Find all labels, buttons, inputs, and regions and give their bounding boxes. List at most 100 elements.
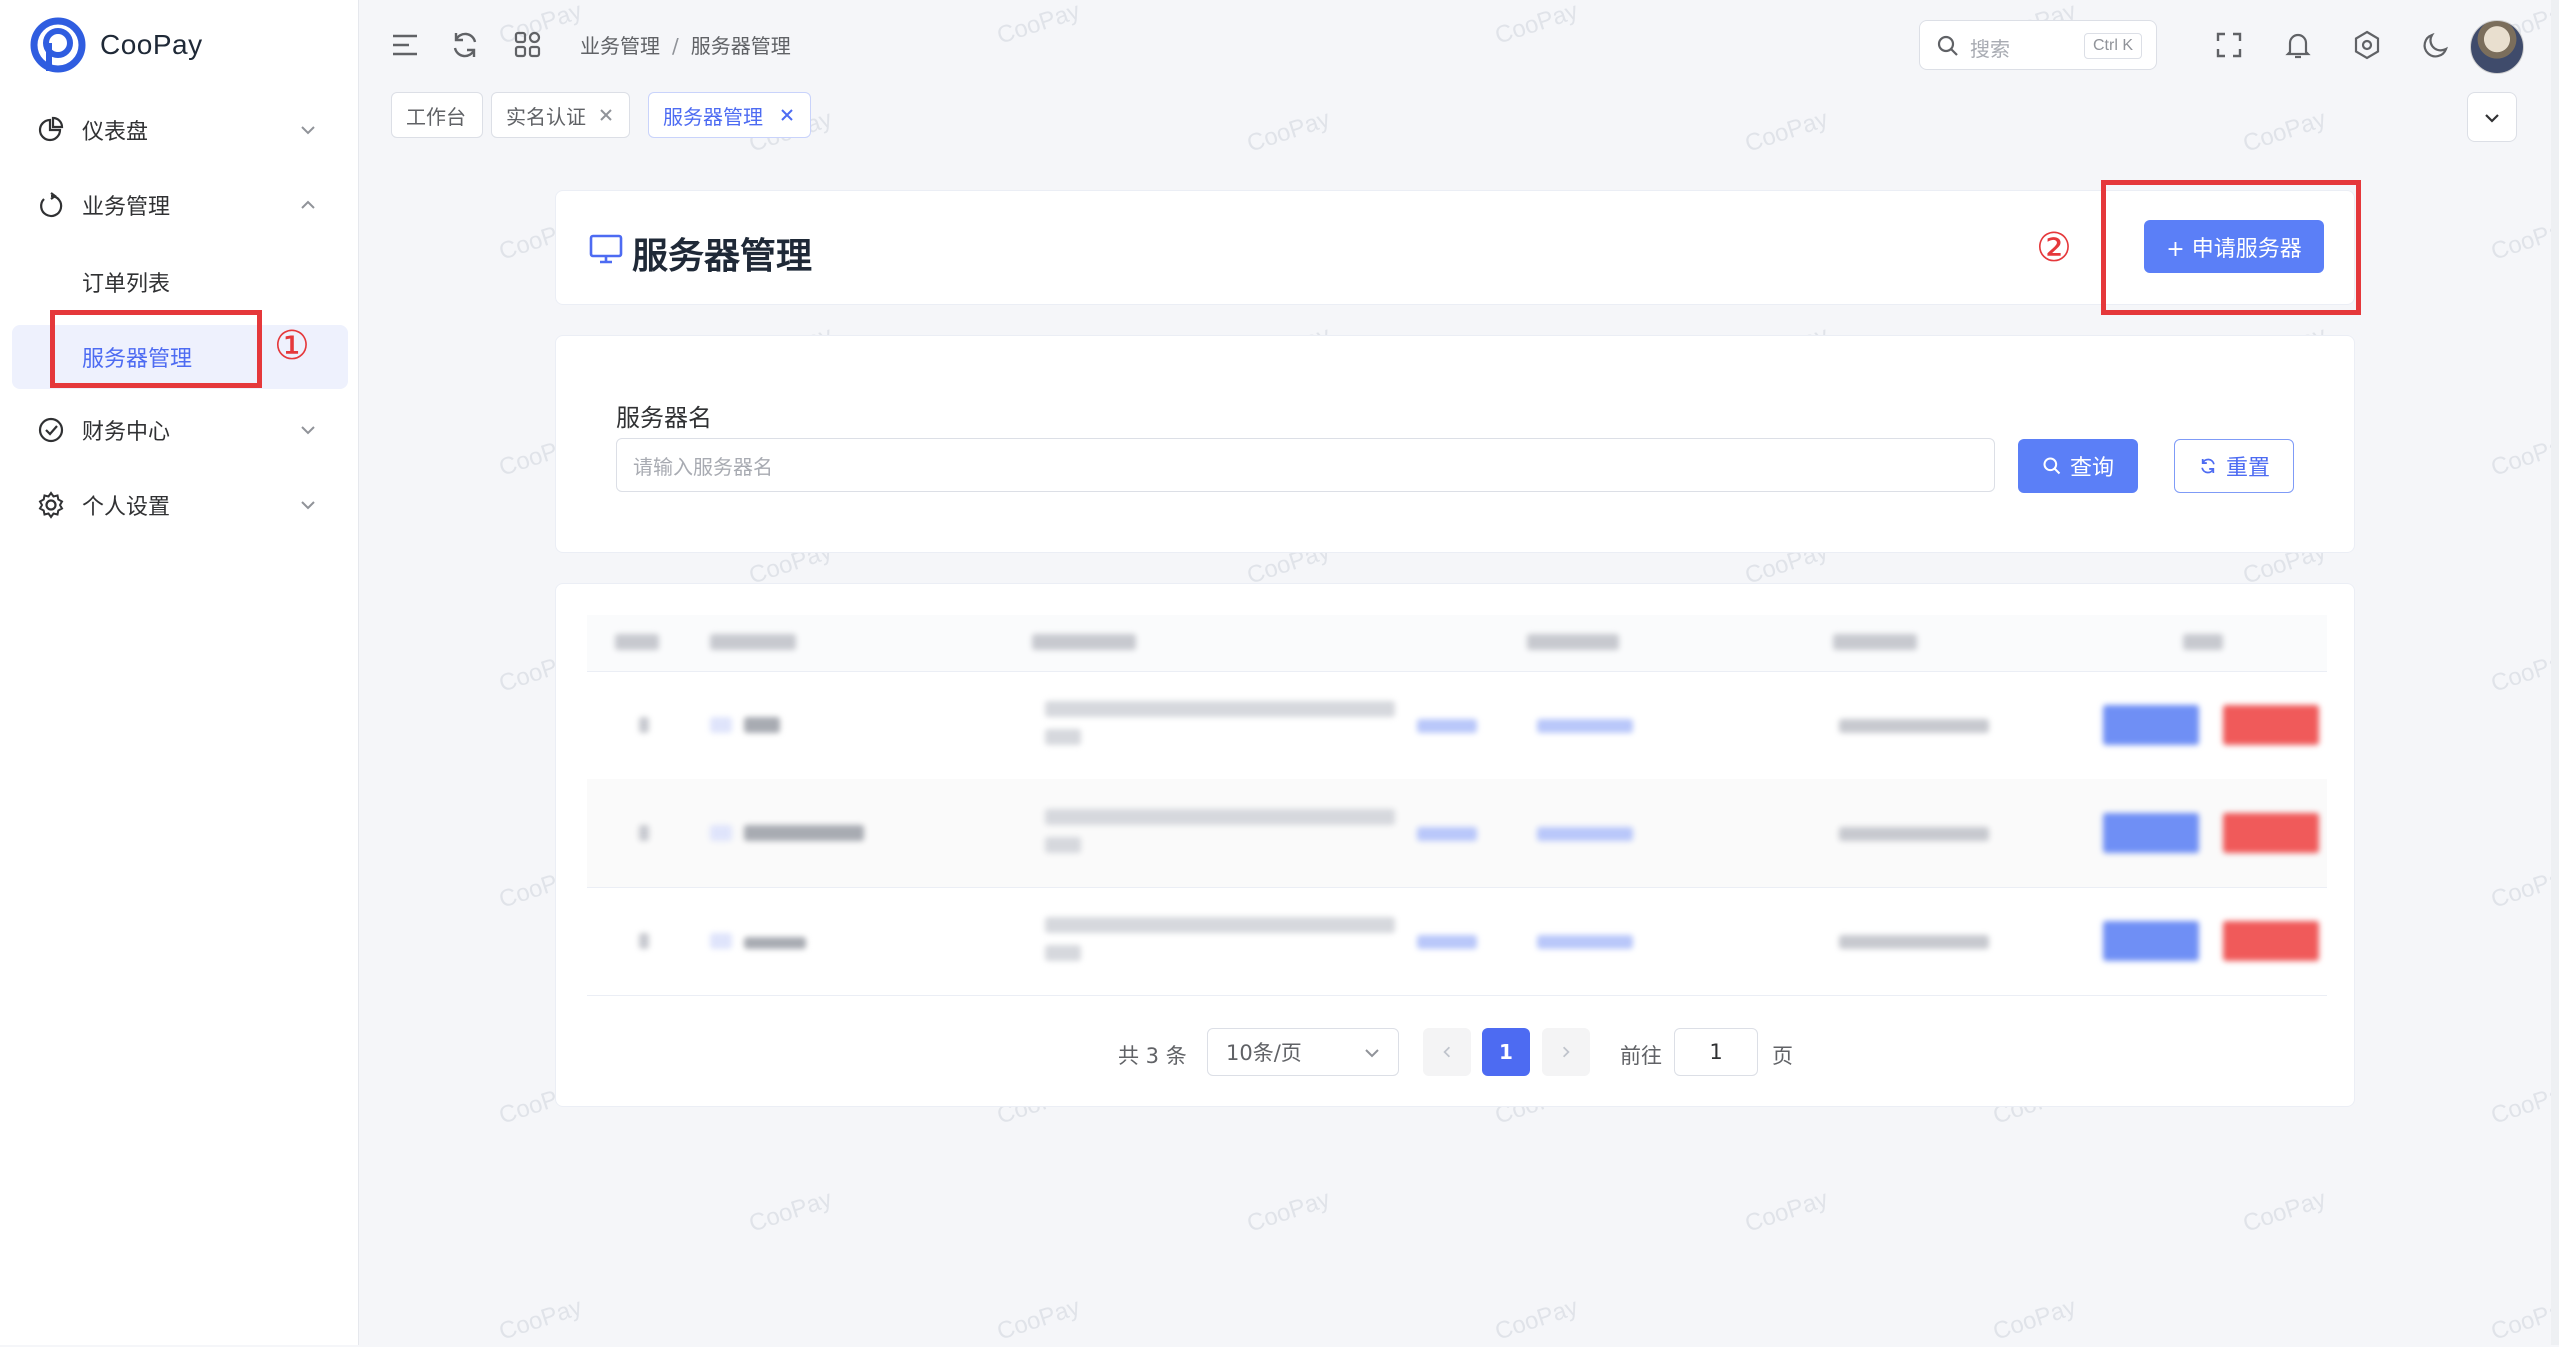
- search-icon: [1937, 35, 1958, 56]
- chevron-right-icon: [1562, 1046, 1570, 1058]
- chevron-down-icon: [1365, 1049, 1379, 1058]
- chevron-left-icon: [1443, 1046, 1451, 1058]
- bell-icon[interactable]: [2281, 28, 2315, 62]
- sidebar-subitem-orders[interactable]: 订单列表: [12, 250, 348, 314]
- page-scrollbar[interactable]: [2551, 0, 2559, 1345]
- sidebar-item-label: 个人设置: [82, 495, 171, 520]
- redacted-action-button[interactable]: [2103, 705, 2199, 745]
- redacted-cell: [1045, 945, 1081, 961]
- watermark-text: CooPay: [2487, 645, 2559, 698]
- chevron-down-icon: [301, 426, 315, 435]
- goto-page-input[interactable]: 1: [1674, 1028, 1758, 1076]
- redacted-cell: [710, 933, 732, 949]
- sidebar-item-dashboard[interactable]: 仪表盘: [12, 100, 348, 160]
- page-size-select[interactable]: 10条/页: [1207, 1028, 1399, 1076]
- query-button[interactable]: 查询: [2018, 439, 2138, 493]
- watermark-text: CooPay: [2487, 213, 2559, 266]
- watermark-text: CooPay: [745, 1185, 836, 1238]
- moon-icon[interactable]: [2419, 28, 2453, 62]
- breadcrumb-item-current: 服务器管理: [690, 34, 791, 58]
- server-name-label: 服务器名: [616, 404, 712, 432]
- close-icon[interactable]: [778, 106, 796, 124]
- app-logo[interactable]: CooPay: [30, 12, 203, 78]
- redacted-action-button[interactable]: [2103, 921, 2199, 961]
- monitor-icon: [589, 234, 623, 264]
- tab-workbench[interactable]: 工作台: [391, 92, 483, 138]
- table-row[interactable]: [587, 671, 2327, 780]
- redacted-cell: [744, 717, 780, 733]
- redacted-cell: [1045, 729, 1081, 745]
- prev-page-button[interactable]: [1423, 1028, 1471, 1076]
- redacted-cell: [1417, 827, 1477, 841]
- sidebar-item-label: 业务管理: [82, 195, 171, 220]
- fullscreen-icon[interactable]: [2212, 28, 2246, 62]
- redacted-cell: [1839, 935, 1989, 949]
- annotation-box-2: [2101, 180, 2361, 315]
- settings-hexagon-icon[interactable]: [2350, 28, 2384, 62]
- breadcrumb-item[interactable]: 业务管理: [580, 34, 660, 58]
- sidebar-item-finance[interactable]: 财务中心: [12, 400, 348, 460]
- table-row[interactable]: [587, 779, 2327, 888]
- redacted-cell: [1537, 827, 1633, 841]
- query-button-label: 查询: [2069, 456, 2114, 481]
- pagination-unit-label: 页: [1772, 1044, 1793, 1068]
- redacted-cell: [1045, 701, 1395, 717]
- redacted-action-button[interactable]: [2223, 813, 2319, 853]
- tab-label: 实名认证: [506, 104, 586, 129]
- watermark-text: CooPay: [2487, 1293, 2559, 1346]
- redacted-cell: [1839, 827, 1989, 841]
- sidebar-item-label: 仪表盘: [82, 120, 149, 145]
- redacted-cell: [1045, 837, 1081, 853]
- redacted-cell: [1045, 917, 1395, 933]
- next-page-button[interactable]: [1542, 1028, 1590, 1076]
- reset-button[interactable]: 重置: [2174, 439, 2294, 493]
- page-number-button[interactable]: 1: [1482, 1028, 1530, 1076]
- redacted-cell: [1417, 935, 1477, 949]
- server-table: [587, 615, 2327, 997]
- watermark-text: CooPay: [1741, 1185, 1832, 1238]
- redacted-action-button[interactable]: [2103, 813, 2199, 853]
- top-header: 业务管理 / 服务器管理 搜索 Ctrl K: [359, 0, 2559, 90]
- search-input[interactable]: 搜索 Ctrl K: [1919, 20, 2157, 70]
- redacted-cell: [710, 634, 796, 650]
- pie-chart-icon: [36, 115, 66, 145]
- tab-menu-button[interactable]: [2467, 92, 2517, 142]
- refresh-icon: [2201, 458, 2215, 474]
- server-name-input[interactable]: 请输入服务器名: [616, 438, 1995, 492]
- close-icon[interactable]: [597, 106, 615, 124]
- watermark-text: CooPay: [1243, 105, 1334, 158]
- redacted-action-button[interactable]: [2223, 921, 2319, 961]
- goto-page-value: 1: [1709, 1040, 1723, 1064]
- redacted-cell: [744, 825, 864, 841]
- tab-server-management[interactable]: 服务器管理: [648, 92, 811, 138]
- tab-realname[interactable]: 实名认证: [491, 92, 630, 138]
- redacted-cell: [744, 937, 806, 949]
- redacted-cell: [615, 634, 659, 650]
- redacted-cell: [2183, 634, 2223, 650]
- search-placeholder: 搜索: [1970, 37, 2010, 61]
- sidebar-item-business[interactable]: 业务管理: [12, 175, 348, 235]
- redacted-cell: [1527, 634, 1619, 650]
- watermark-text: CooPay: [1989, 1293, 2080, 1346]
- redacted-action-button[interactable]: [2223, 705, 2319, 745]
- watermark-text: CooPay: [993, 1293, 1084, 1346]
- apps-grid-icon[interactable]: [511, 28, 545, 62]
- chevron-down-icon: [301, 126, 315, 135]
- watermark-text: CooPay: [1741, 105, 1832, 158]
- refresh-icon[interactable]: [448, 28, 482, 62]
- menu-fold-icon[interactable]: [388, 28, 422, 62]
- user-avatar[interactable]: [2470, 20, 2524, 74]
- annotation-number-1: ①: [274, 323, 310, 369]
- watermark-text: CooPay: [2487, 429, 2559, 482]
- watermark-text: CooPay: [1243, 1185, 1334, 1238]
- gear-icon: [36, 490, 66, 520]
- redacted-cell: [1833, 634, 1917, 650]
- watermark-text: CooPay: [2487, 861, 2559, 914]
- sidebar-item-settings[interactable]: 个人设置: [12, 475, 348, 535]
- redacted-cell: [1839, 719, 1989, 733]
- reset-button-label: 重置: [2225, 456, 2270, 481]
- redacted-cell: [1417, 719, 1477, 733]
- watermark-text: CooPay: [2487, 1077, 2559, 1130]
- refresh-circle-icon: [36, 190, 66, 220]
- table-row[interactable]: [587, 887, 2327, 996]
